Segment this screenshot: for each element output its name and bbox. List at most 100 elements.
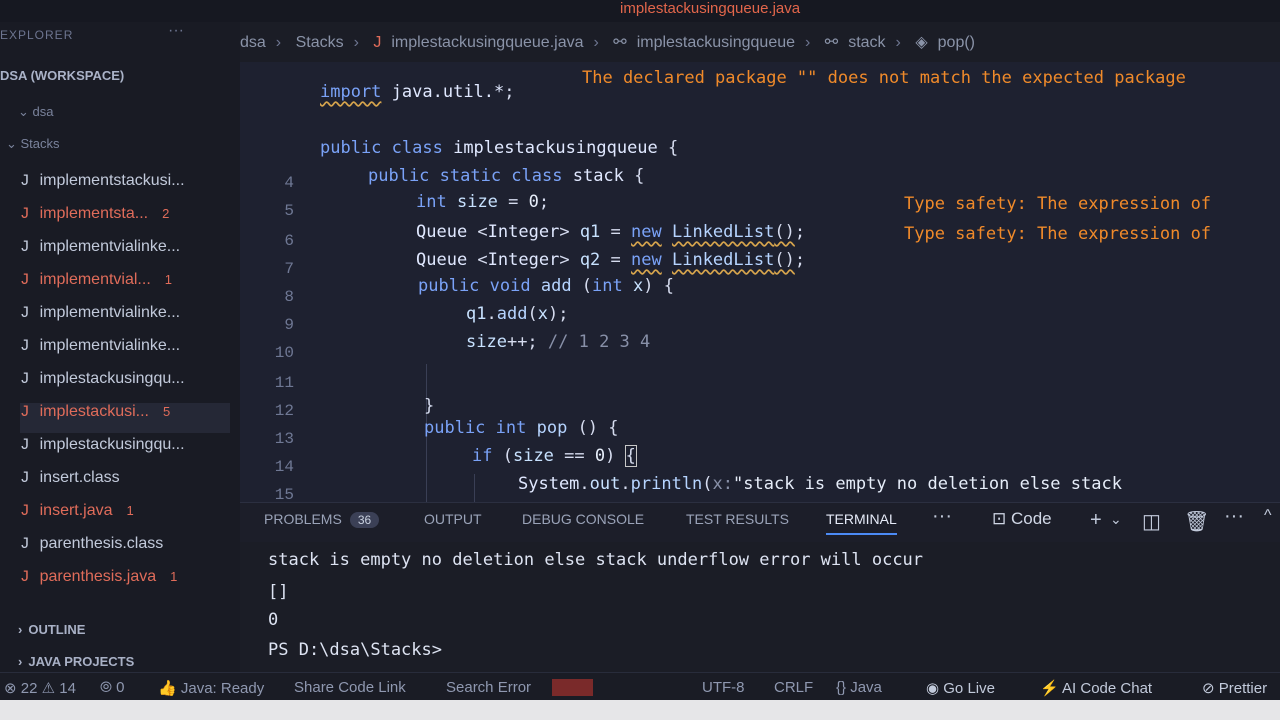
type-safety-diagnostic: Type safety: The expression of (904, 194, 1212, 214)
problem-badge: 1 (170, 569, 178, 584)
lightning-icon: ⚡ (1040, 680, 1063, 697)
file-item[interactable]: Jimplementvial... 1 (20, 271, 230, 301)
problem-badge: 2 (162, 206, 170, 221)
file-item[interactable]: Jimplementvialinke... (20, 337, 230, 367)
line-number: 10 (274, 344, 294, 362)
terminal-icon: ⊡ (992, 509, 1011, 528)
code-editor[interactable]: import java.util.*; The declared package… (240, 62, 1280, 504)
file-item[interactable]: Jinsert.class (20, 469, 230, 499)
problem-badge: 1 (126, 503, 134, 518)
terminal-line: [] (268, 582, 289, 602)
java-file-icon: J (20, 436, 30, 454)
terminal-panel[interactable]: stack is empty no deletion else stack un… (240, 542, 1280, 672)
type-safety-diagnostic: Type safety: The expression of (904, 224, 1212, 244)
file-item[interactable]: Jimplementsta... 2 (20, 205, 230, 235)
workspace-label[interactable]: DSA (WORKSPACE) (0, 68, 124, 83)
file-item[interactable]: Jimplementstackusi... (20, 172, 230, 202)
outline-section[interactable]: › OUTLINE (18, 622, 85, 637)
status-encoding[interactable]: UTF-8 (702, 679, 745, 696)
java-file-icon: J (373, 34, 382, 51)
file-item[interactable]: Jimplementvialinke... (20, 304, 230, 334)
line-number: 5 (284, 202, 294, 220)
status-problems[interactable]: ⊗ 22 ⚠ 14 (4, 679, 76, 697)
chevron-down-icon[interactable]: ⌄ (1110, 511, 1122, 528)
line-number: 12 (274, 402, 294, 420)
explorer-sidebar: EXPLORER ··· DSA (WORKSPACE) ⌄ dsa ⌄ Sta… (0, 22, 240, 690)
file-item[interactable]: Jparenthesis.class (20, 535, 230, 565)
tree-folder-label: dsa (32, 104, 54, 119)
tab-test-results[interactable]: TEST RESULTS (686, 511, 789, 527)
status-ai-chat[interactable]: ⚡ AI Code Chat (1040, 679, 1152, 697)
window-title: implestackusingqueue.java (620, 0, 801, 17)
more-actions-icon[interactable]: ··· (168, 22, 184, 40)
chevron-right-icon: › (275, 34, 282, 51)
breadcrumb-item[interactable]: implestackusingqueue (637, 34, 795, 51)
terminal-line: 0 (268, 610, 279, 630)
java-file-icon: J (20, 205, 30, 223)
breadcrumb-item[interactable]: pop() (938, 34, 975, 51)
split-terminal-icon[interactable]: ◫ (1142, 509, 1161, 534)
status-prettier[interactable]: ⊘ Prettier (1202, 679, 1267, 697)
chevron-down-icon: ⌄ (18, 104, 33, 119)
terminal-shell-selector[interactable]: ⊡ Code (992, 509, 1052, 529)
code-line: System.out.println(x:"stack is empty no … (518, 474, 1122, 494)
status-bar: ⊗ 22 ⚠ 14 ⦾ 0 👍 Java: Ready Share Code L… (0, 672, 1280, 701)
status-eol[interactable]: CRLF (774, 679, 813, 696)
chevron-up-icon[interactable]: ^ (1264, 507, 1272, 525)
java-projects-section[interactable]: › JAVA PROJECTS (18, 654, 134, 669)
file-item[interactable]: Jimplementvialinke... (20, 238, 230, 268)
file-item[interactable]: Jinsert.java 1 (20, 502, 230, 532)
status-ports[interactable]: ⦾ 0 (100, 679, 125, 696)
chevron-right-icon: › (18, 622, 23, 637)
file-item[interactable]: Jimplestackusingqu... (20, 436, 230, 466)
trash-icon[interactable]: 🗑 (1184, 509, 1209, 534)
code-line: public int pop () { (424, 418, 619, 438)
tab-problems[interactable]: PROBLEMS 36 (264, 511, 380, 528)
indent-guide (474, 474, 475, 502)
problem-badge: 5 (162, 404, 171, 419)
tree-folder-stacks[interactable]: ⌄ Stacks (6, 136, 60, 152)
status-golive[interactable]: ◉ Go Live (926, 679, 995, 697)
java-file-icon: J (20, 370, 30, 388)
code-line: public class implestackusingqueue { (320, 138, 679, 158)
status-search[interactable]: Search Error (446, 679, 531, 696)
java-file-icon: J (20, 403, 30, 421)
add-terminal-icon[interactable]: + (1090, 509, 1102, 532)
problems-count-badge: 36 (349, 512, 380, 528)
class-symbol-icon: ⚯ (613, 34, 627, 51)
java-file-icon: J (20, 469, 30, 487)
breadcrumb-item[interactable]: Stacks (296, 34, 344, 51)
monitor-bezel (0, 700, 1280, 720)
line-number: 8 (284, 288, 294, 306)
code-line: public void add (int x) { (418, 276, 674, 296)
java-file-icon: J (20, 304, 30, 322)
file-item-selected[interactable]: Jimplestackusi... 5 (20, 403, 230, 433)
line-number: 14 (274, 458, 294, 476)
chevron-right-icon: › (353, 34, 359, 51)
code-line: Queue <Integer> q1 = new LinkedList(); (416, 222, 806, 242)
code-line: q1.add(x); (466, 304, 569, 324)
code-line: public static class stack { (368, 166, 645, 186)
breadcrumb-item[interactable]: implestackusingqueue.java (391, 34, 583, 51)
more-tabs-icon[interactable]: ··· (932, 505, 952, 528)
line-number: 4 (284, 174, 294, 192)
breadcrumb-item[interactable]: dsa (240, 34, 266, 51)
more-actions-icon[interactable]: ··· (1224, 505, 1244, 528)
thumbs-up-icon: 👍 (158, 680, 181, 697)
class-symbol-icon: ⚯ (824, 34, 839, 51)
tab-terminal[interactable]: TERMINAL (826, 511, 897, 535)
status-java[interactable]: 👍 Java: Ready (158, 679, 264, 697)
file-item[interactable]: Jparenthesis.java 1 (20, 568, 230, 598)
breadcrumb-item[interactable]: stack (848, 34, 885, 51)
explorer-header: EXPLORER (0, 28, 74, 42)
file-item[interactable]: Jimplestackusingqu... (20, 370, 230, 400)
line-number: 7 (284, 260, 294, 278)
tree-folder-dsa[interactable]: ⌄ dsa (18, 104, 53, 120)
no-entry-icon: ⊘ (1202, 680, 1219, 697)
tab-output[interactable]: OUTPUT (424, 511, 482, 527)
status-share[interactable]: Share Code Link (294, 679, 406, 696)
code-line: if (size == 0) { (472, 445, 637, 467)
tab-debug-console[interactable]: DEBUG CONSOLE (522, 511, 644, 527)
java-file-icon: J (20, 172, 30, 190)
status-language[interactable]: {} Java (836, 679, 882, 696)
